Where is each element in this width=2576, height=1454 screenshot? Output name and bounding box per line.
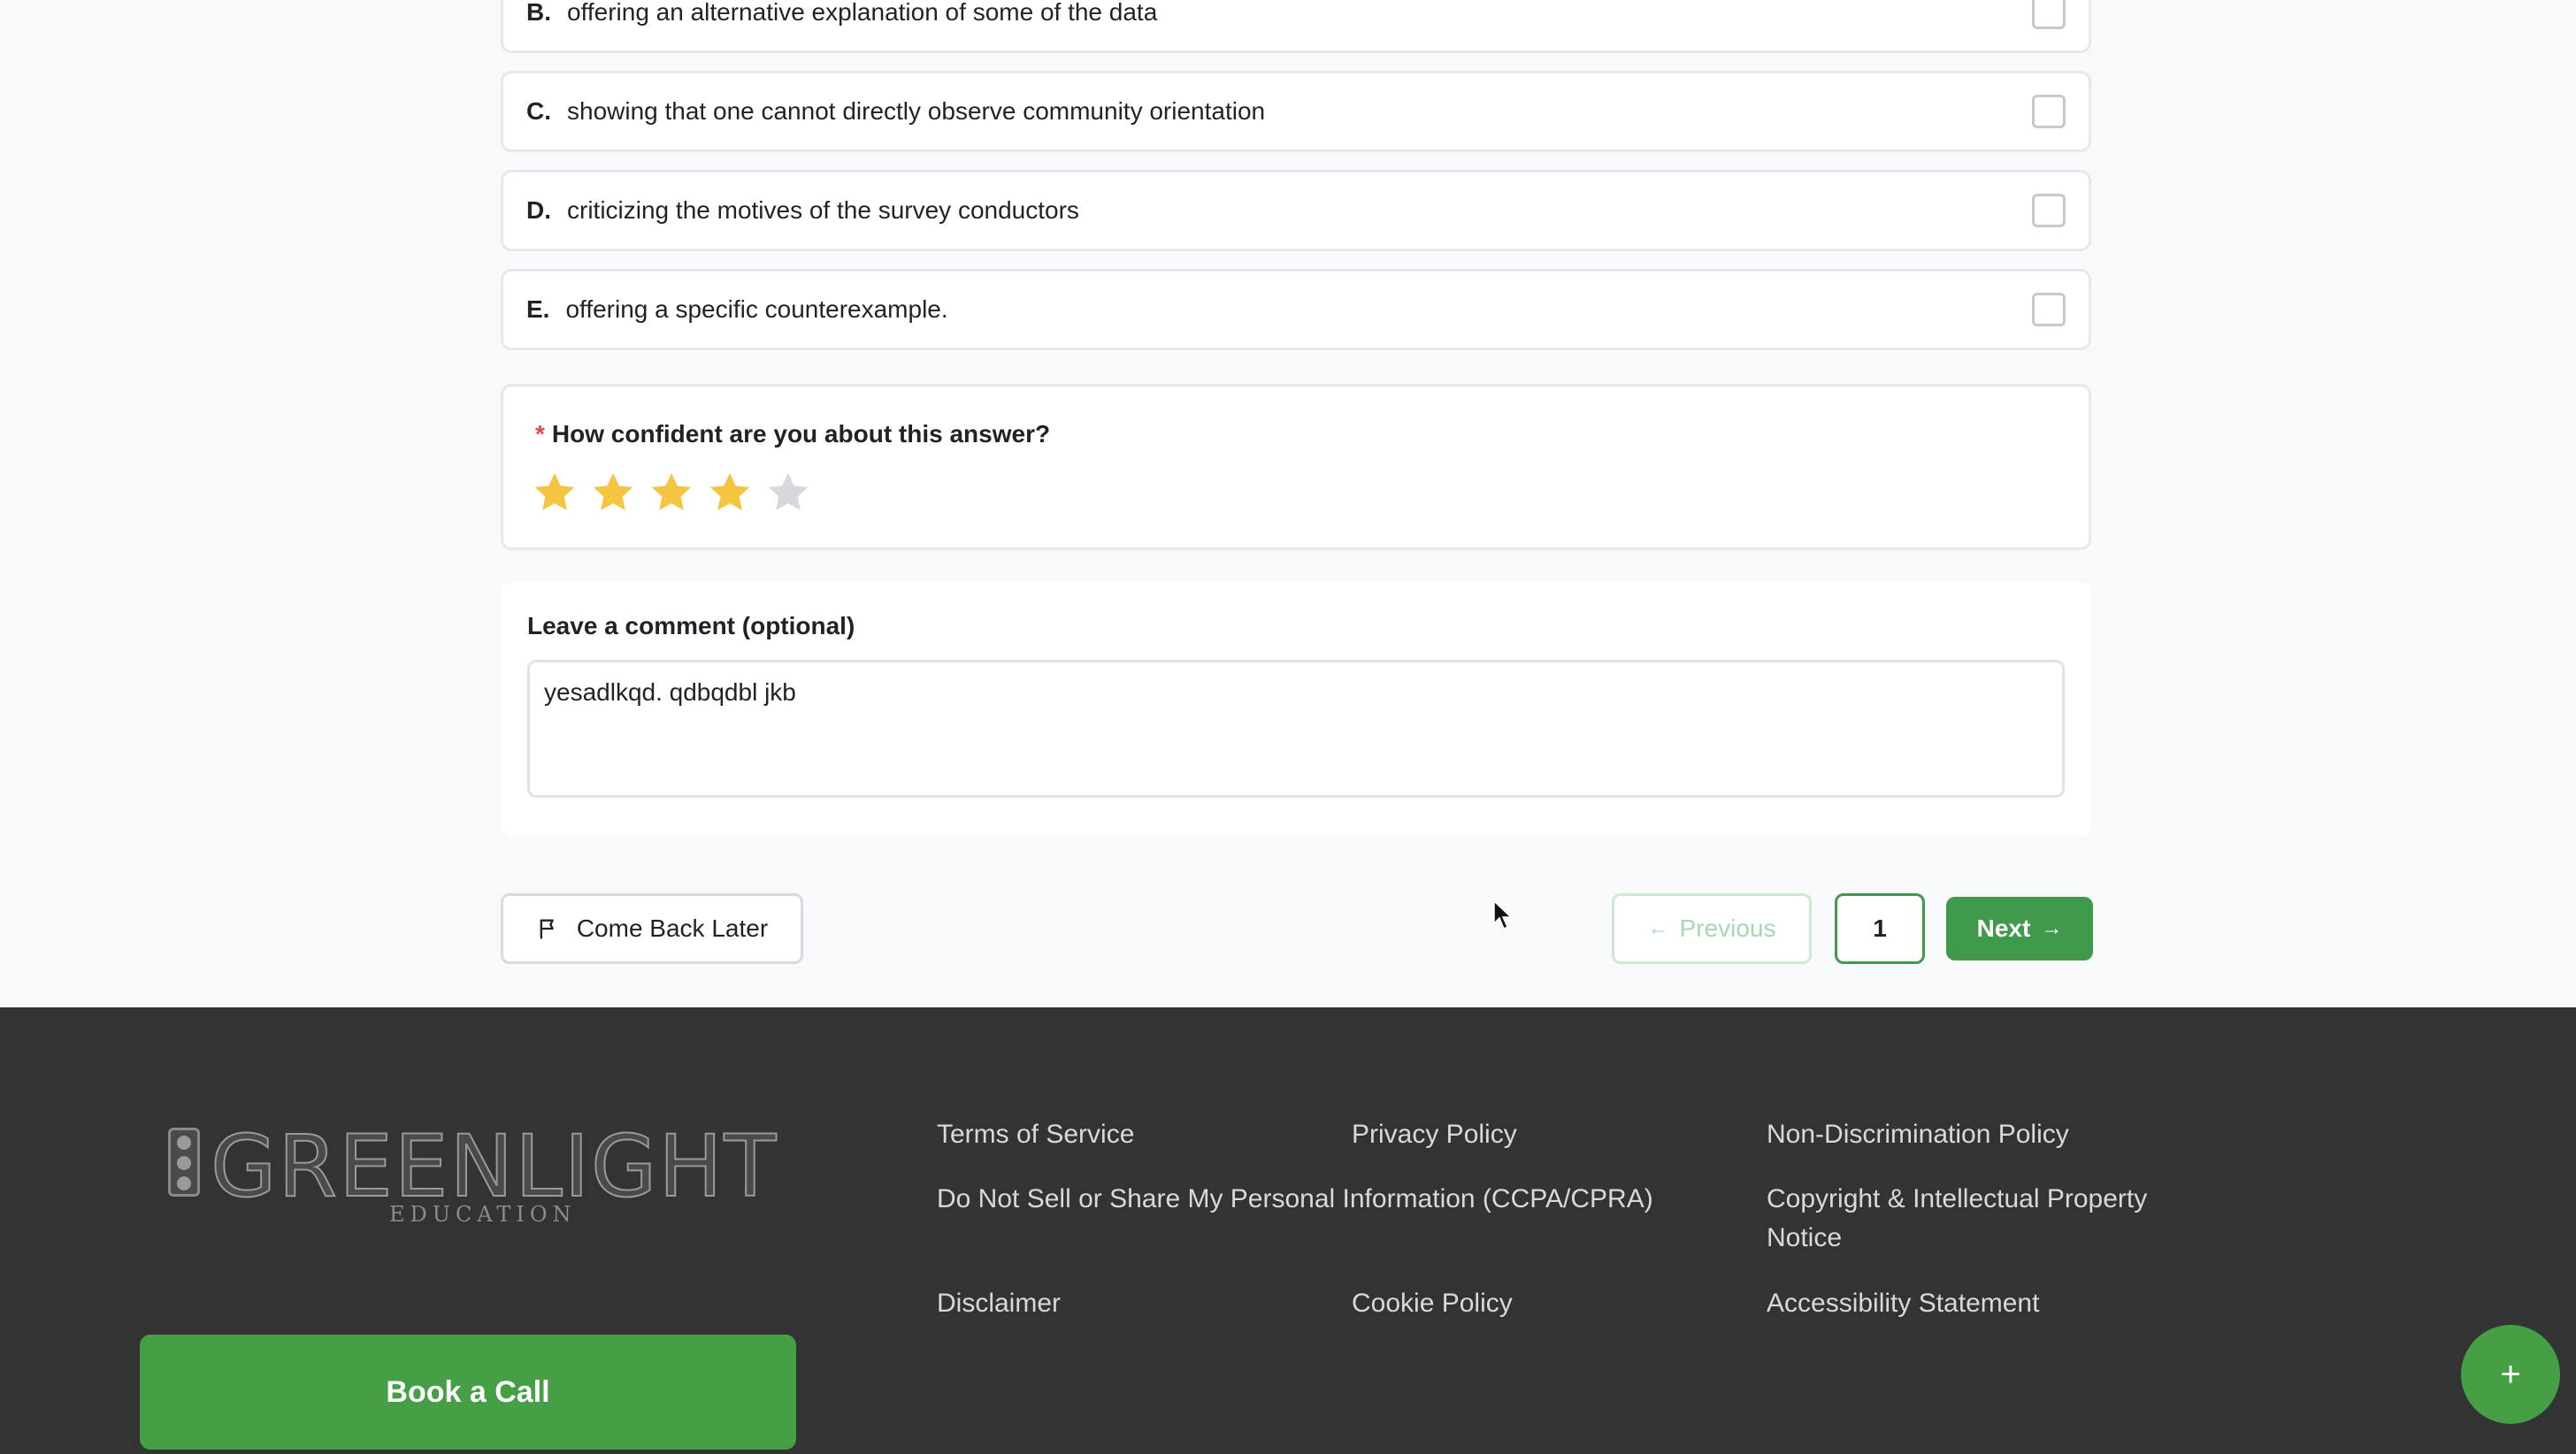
- comment-textarea[interactable]: [527, 660, 2065, 798]
- book-a-call-label: Book a Call: [386, 1374, 550, 1409]
- footer-link-terms[interactable]: Terms of Service: [937, 1115, 1134, 1154]
- option-text: criticizing the motives of the survey co…: [567, 196, 1079, 224]
- next-button[interactable]: Next →: [1946, 897, 2093, 960]
- page-number: 1: [1873, 914, 1887, 942]
- confidence-question-text: How confident are you about this answer?: [551, 420, 1051, 448]
- arrow-left-icon: ←: [1647, 916, 1669, 940]
- answer-option-c[interactable]: C. showing that one cannot directly obse…: [501, 71, 2091, 152]
- answer-option-b[interactable]: B. offering an alternative explanation o…: [501, 0, 2091, 53]
- required-mark: *: [535, 420, 545, 448]
- star-icon[interactable]: [765, 470, 811, 516]
- mouse-cursor-icon: [1493, 900, 1513, 930]
- footer-link-copyright[interactable]: Copyright & Intellectual Property Notice: [1767, 1180, 2227, 1258]
- option-letter: E.: [526, 295, 550, 323]
- option-text: offering an alternative explanation of s…: [567, 0, 1158, 26]
- star-icon[interactable]: [648, 470, 694, 516]
- option-letter: C.: [526, 97, 551, 125]
- answer-option-e[interactable]: E. offering a specific counterexample.: [501, 269, 2091, 350]
- come-back-later-label: Come Back Later: [576, 914, 769, 942]
- star-rating[interactable]: [532, 470, 811, 516]
- star-icon[interactable]: [707, 470, 753, 516]
- logo-subtitle: EDUCATION: [389, 1202, 577, 1227]
- footer-link-disclaimer[interactable]: Disclaimer: [937, 1284, 1061, 1323]
- option-text: showing that one cannot directly observe…: [567, 97, 1266, 125]
- confidence-question: * How confident are you about this answer…: [535, 420, 1050, 448]
- footer-link-cookie[interactable]: Cookie Policy: [1352, 1284, 1513, 1323]
- confidence-card: * How confident are you about this answer…: [501, 384, 2091, 550]
- option-letter: B.: [526, 0, 551, 26]
- traffic-light-icon: [168, 1128, 200, 1197]
- answer-option-d[interactable]: D. criticizing the motives of the survey…: [501, 170, 2091, 251]
- footer-link-privacy[interactable]: Privacy Policy: [1352, 1115, 1517, 1154]
- flag-icon: [540, 919, 554, 939]
- footer-link-non-discrimination[interactable]: Non-Discrimination Policy: [1767, 1115, 2069, 1154]
- question-area: B. offering an alternative explanation o…: [0, 0, 2576, 1007]
- star-icon[interactable]: [590, 470, 636, 516]
- comment-label: Leave a comment (optional): [527, 612, 855, 639]
- previous-button[interactable]: ← Previous: [1612, 893, 1812, 964]
- previous-label: Previous: [1679, 914, 1776, 942]
- comment-card: Leave a comment (optional): [501, 582, 2091, 837]
- footer-link-do-not-sell[interactable]: Do Not Sell or Share My Personal Informa…: [937, 1180, 1653, 1219]
- come-back-later-button[interactable]: Come Back Later: [501, 893, 803, 964]
- option-checkbox[interactable]: [2032, 293, 2066, 326]
- option-text: offering a specific counterexample.: [565, 295, 948, 323]
- star-icon[interactable]: [532, 470, 578, 516]
- option-letter: D.: [526, 196, 551, 224]
- arrow-right-icon: →: [2041, 916, 2063, 940]
- floating-add-button[interactable]: +: [2461, 1325, 2560, 1424]
- option-checkbox[interactable]: [2032, 0, 2066, 29]
- next-label: Next: [1976, 914, 2031, 942]
- option-checkbox[interactable]: [2032, 95, 2066, 128]
- footer-link-accessibility[interactable]: Accessibility Statement: [1767, 1284, 2039, 1323]
- page-number-indicator[interactable]: 1: [1835, 893, 1925, 964]
- book-a-call-button[interactable]: Book a Call: [140, 1335, 796, 1450]
- greenlight-logo[interactable]: GREENLIGHT EDUCATION: [168, 1116, 787, 1237]
- option-checkbox[interactable]: [2032, 194, 2066, 227]
- plus-icon: +: [2500, 1354, 2521, 1394]
